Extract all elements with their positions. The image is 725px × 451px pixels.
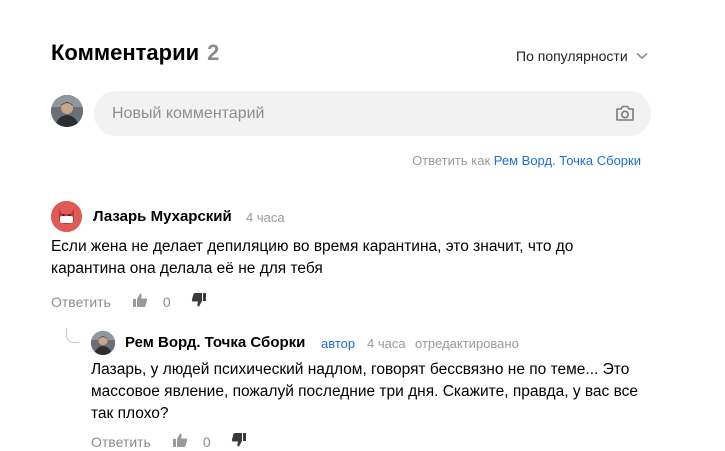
author-badge: автор — [321, 336, 356, 351]
thumbs-up-icon[interactable] — [132, 292, 148, 311]
camera-icon[interactable] — [615, 104, 635, 127]
comments-title: Комментарии 2 — [51, 40, 219, 66]
sort-label: По популярности — [516, 48, 628, 64]
reply-as-prefix: Ответить как — [412, 153, 491, 168]
thumbs-down-icon[interactable] — [231, 432, 247, 451]
reply-as-account-link[interactable]: Рем Ворд. Точка Сборки — [494, 153, 641, 168]
reply-actions: Ответить 0 — [91, 432, 247, 451]
user-photo-icon — [91, 331, 115, 355]
edited-label: отредактировано — [415, 336, 519, 351]
chevron-down-icon — [636, 52, 648, 60]
comment-author[interactable]: Лазарь Мухарский — [93, 208, 232, 225]
comments-title-label: Комментарии — [51, 40, 200, 65]
reply-thread-connector — [66, 328, 79, 343]
reply-as-note: Ответить как Рем Ворд. Точка Сборки — [412, 153, 641, 168]
reply-button[interactable]: Ответить — [51, 294, 111, 310]
reply-button[interactable]: Ответить — [91, 434, 151, 450]
new-comment-input[interactable] — [110, 103, 594, 124]
thumbs-down-icon[interactable] — [191, 292, 207, 311]
reply-text: Лазарь, у людей психический надлом, гово… — [91, 361, 639, 422]
commenter-avatar[interactable] — [51, 201, 82, 232]
reply-author-avatar[interactable] — [91, 331, 115, 355]
reply-author[interactable]: Рем Ворд. Точка Сборки — [125, 334, 305, 351]
user-photo-icon — [51, 95, 83, 127]
cat-mask-icon — [51, 201, 82, 232]
comment-actions: Ответить 0 — [51, 292, 207, 311]
thumbs-up-icon[interactable] — [172, 432, 188, 451]
current-user-avatar[interactable] — [51, 95, 83, 127]
sort-dropdown[interactable]: По популярности — [516, 48, 648, 64]
new-comment-field[interactable] — [94, 91, 651, 136]
comments-count: 2 — [207, 40, 220, 65]
comment-text: Если жена не делает депиляцию во время к… — [51, 238, 574, 277]
comment-timestamp: 4 часа — [246, 210, 285, 225]
vote-score: 0 — [162, 293, 171, 310]
vote-score: 0 — [202, 433, 211, 450]
reply-timestamp: 4 часа — [367, 336, 406, 351]
